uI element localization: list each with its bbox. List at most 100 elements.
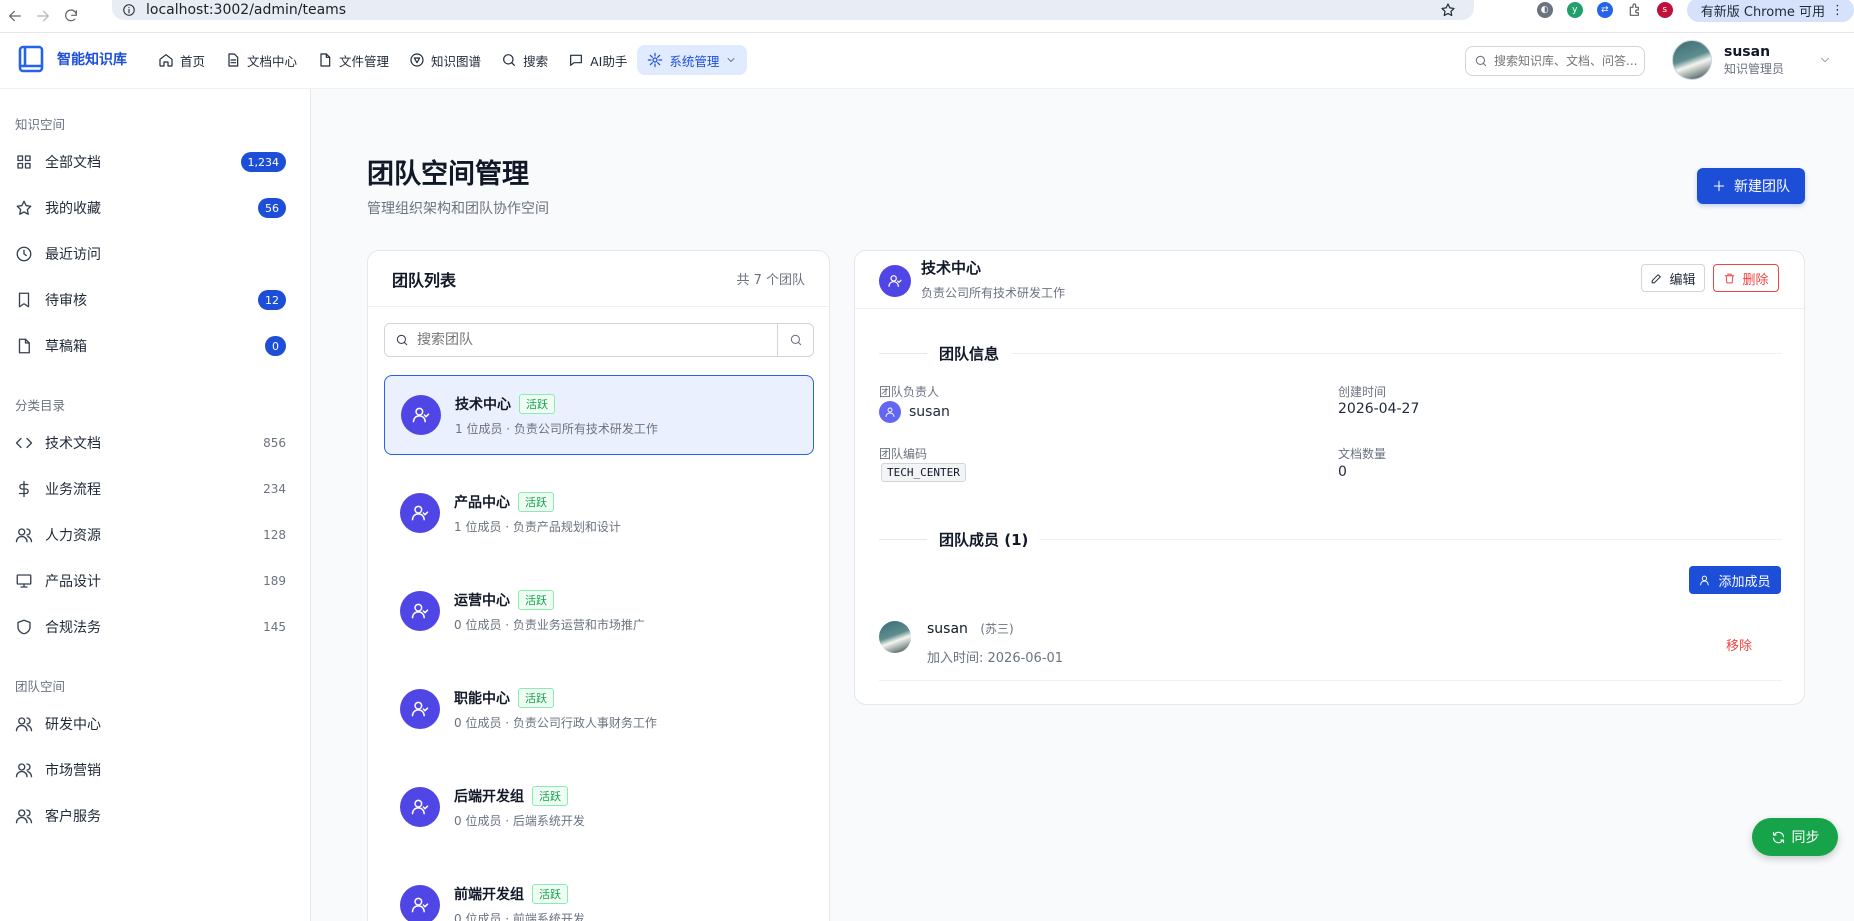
team-list-item[interactable]: 前端开发组 活跃 0 位成员 · 前端系统开发 bbox=[384, 865, 814, 921]
sidebar-item-label: 市场营销 bbox=[45, 763, 101, 779]
chrome-update-button[interactable]: 有新版 Chrome 可用 ⋮ bbox=[1686, 0, 1854, 22]
team-list-item[interactable]: 后端开发组 活跃 0 位成员 · 后端系统开发 bbox=[384, 767, 814, 847]
avatar bbox=[1672, 40, 1712, 80]
team-search[interactable] bbox=[384, 323, 814, 357]
team-search-button[interactable] bbox=[777, 324, 813, 356]
sidebar-item-hr[interactable]: 人力资源 128 bbox=[0, 515, 311, 555]
sidebar-item-label: 合规法务 bbox=[45, 620, 101, 636]
team-list-item[interactable]: 产品中心 活跃 1 位成员 · 负责产品规划和设计 bbox=[384, 473, 814, 553]
chevron-down-icon bbox=[1820, 57, 1830, 63]
user-group-icon bbox=[888, 275, 902, 287]
sync-extension-icon[interactable]: ⇄ bbox=[1596, 2, 1613, 18]
nav-search[interactable]: 搜索 bbox=[491, 45, 558, 75]
nav-documents[interactable]: 文档中心 bbox=[215, 45, 307, 75]
team-list-item[interactable]: 技术中心 活跃 1 位成员 · 负责公司所有技术研发工作 bbox=[384, 375, 814, 455]
team-name: 前端开发组 bbox=[454, 886, 524, 903]
team-list-title: 团队列表 bbox=[392, 270, 457, 290]
team-search-input[interactable] bbox=[417, 332, 787, 348]
shield-icon bbox=[17, 619, 31, 635]
new-team-label: 新建团队 bbox=[1734, 179, 1790, 195]
main-nav: 首页 文档中心 文件管理 知识图谱 搜索 AI助手 系统管理 bbox=[148, 44, 748, 76]
back-icon[interactable] bbox=[2, 3, 28, 29]
created-value: 2026-04-27 bbox=[1338, 401, 1420, 417]
team-detail-description: 负责公司所有技术研发工作 bbox=[921, 286, 1066, 300]
chrome-update-label: 有新版 Chrome 可用 bbox=[1700, 4, 1825, 20]
nav-label: 知识图谱 bbox=[431, 53, 482, 69]
logo[interactable]: 智能知识库 bbox=[17, 44, 127, 74]
nav-home[interactable]: 首页 bbox=[148, 45, 215, 75]
puzzle-icon[interactable] bbox=[1627, 2, 1643, 18]
add-member-button[interactable]: 添加成员 bbox=[1689, 566, 1781, 594]
nav-ai-assistant[interactable]: AI助手 bbox=[558, 45, 637, 75]
sidebar-item-all-documents[interactable]: 全部文档 1,234 bbox=[0, 142, 311, 182]
sync-button[interactable]: 同步 bbox=[1752, 818, 1838, 856]
sidebar-item-drafts[interactable]: 草稿箱 0 bbox=[0, 326, 311, 366]
sidebar-item-business-process[interactable]: 业务流程 234 bbox=[0, 469, 311, 509]
team-members-heading: 团队成员 (1) bbox=[879, 529, 1782, 550]
nav-system-admin[interactable]: 系统管理 bbox=[637, 45, 748, 75]
nav-label: 文档中心 bbox=[247, 53, 298, 69]
count-badge: 0 bbox=[265, 336, 286, 356]
team-list-header: 团队列表 共 7 个团队 bbox=[368, 251, 829, 307]
sidebar-item-marketing[interactable]: 市场营销 bbox=[0, 750, 311, 790]
sidebar-item-label: 草稿箱 bbox=[45, 339, 87, 355]
team-meta: 0 位成员 · 前端系统开发 bbox=[454, 911, 585, 921]
global-search[interactable] bbox=[1465, 46, 1645, 76]
sidebar-item-customer-service[interactable]: 客户服务 bbox=[0, 796, 311, 836]
extension-icon[interactable]: ◐ bbox=[1536, 2, 1553, 18]
forward-icon[interactable] bbox=[30, 3, 56, 29]
owner-label: 团队负责人 bbox=[879, 385, 940, 399]
team-name: 后端开发组 bbox=[454, 788, 524, 805]
user-group-icon bbox=[411, 505, 429, 521]
team-meta: 0 位成员 · 负责公司行政人事财务工作 bbox=[454, 715, 657, 730]
user-menu[interactable]: susan 知识管理员 bbox=[1672, 40, 1832, 80]
nav-knowledge-graph[interactable]: 知识图谱 bbox=[399, 45, 491, 75]
extension-icon[interactable]: y bbox=[1566, 2, 1583, 18]
delete-button[interactable]: 删除 bbox=[1713, 264, 1779, 292]
team-avatar bbox=[400, 885, 440, 921]
team-list-item[interactable]: 职能中心 活跃 0 位成员 · 负责公司行政人事财务工作 bbox=[384, 669, 814, 749]
user-group-icon bbox=[411, 701, 429, 717]
docs-value: 0 bbox=[1338, 464, 1347, 480]
sidebar-item-label: 人力资源 bbox=[45, 528, 101, 544]
refresh-icon bbox=[1772, 831, 1784, 843]
reload-icon[interactable] bbox=[58, 3, 84, 29]
bookmark-icon bbox=[18, 292, 30, 308]
url-text[interactable]: localhost:3002/admin/teams bbox=[146, 2, 346, 18]
user-group-icon bbox=[412, 407, 430, 423]
plus-icon bbox=[1713, 180, 1725, 192]
sidebar-item-product-design[interactable]: 产品设计 189 bbox=[0, 561, 311, 601]
sidebar: 知识空间 全部文档 1,234 我的收藏 56 最近访问 待审核 12 草稿箱 … bbox=[0, 89, 311, 921]
monitor-icon bbox=[16, 574, 32, 588]
sidebar-item-rd-center[interactable]: 研发中心 bbox=[0, 704, 311, 744]
remove-member-button[interactable]: 移除 bbox=[1726, 635, 1752, 654]
member-name: susan bbox=[927, 621, 968, 637]
nav-files[interactable]: 文件管理 bbox=[307, 45, 399, 75]
new-team-button[interactable]: 新建团队 bbox=[1697, 168, 1805, 204]
sidebar-item-favorites[interactable]: 我的收藏 56 bbox=[0, 188, 311, 228]
global-search-input[interactable] bbox=[1494, 54, 1639, 68]
users-icon bbox=[15, 763, 33, 778]
book-logo-icon bbox=[18, 45, 44, 73]
sidebar-item-compliance[interactable]: 合规法务 145 bbox=[0, 607, 311, 647]
team-avatar bbox=[400, 591, 440, 631]
team-list-item[interactable]: 运营中心 活跃 0 位成员 · 负责业务运营和市场推广 bbox=[384, 571, 814, 651]
code-value: TECH_CENTER bbox=[881, 463, 966, 482]
profile-avatar[interactable]: s bbox=[1656, 2, 1673, 18]
info-icon[interactable] bbox=[122, 3, 136, 17]
user-group-icon bbox=[411, 799, 429, 815]
address-bar[interactable]: localhost:3002/admin/teams bbox=[112, 0, 1474, 20]
user-group-icon bbox=[411, 897, 429, 913]
sidebar-item-pending-review[interactable]: 待审核 12 bbox=[0, 280, 311, 320]
item-count: 189 bbox=[263, 574, 286, 588]
edit-button[interactable]: 编辑 bbox=[1641, 264, 1705, 292]
team-detail-name: 技术中心 bbox=[921, 259, 982, 277]
logo-text: 智能知识库 bbox=[57, 52, 127, 68]
user-add-icon bbox=[1700, 575, 1710, 585]
item-count: 234 bbox=[263, 482, 286, 496]
status-badge: 活跃 bbox=[518, 589, 554, 610]
bookmark-star-icon[interactable] bbox=[1440, 2, 1456, 18]
sidebar-item-tech-docs[interactable]: 技术文档 856 bbox=[0, 423, 311, 463]
status-badge: 活跃 bbox=[518, 687, 554, 708]
sidebar-item-recent[interactable]: 最近访问 bbox=[0, 234, 311, 274]
